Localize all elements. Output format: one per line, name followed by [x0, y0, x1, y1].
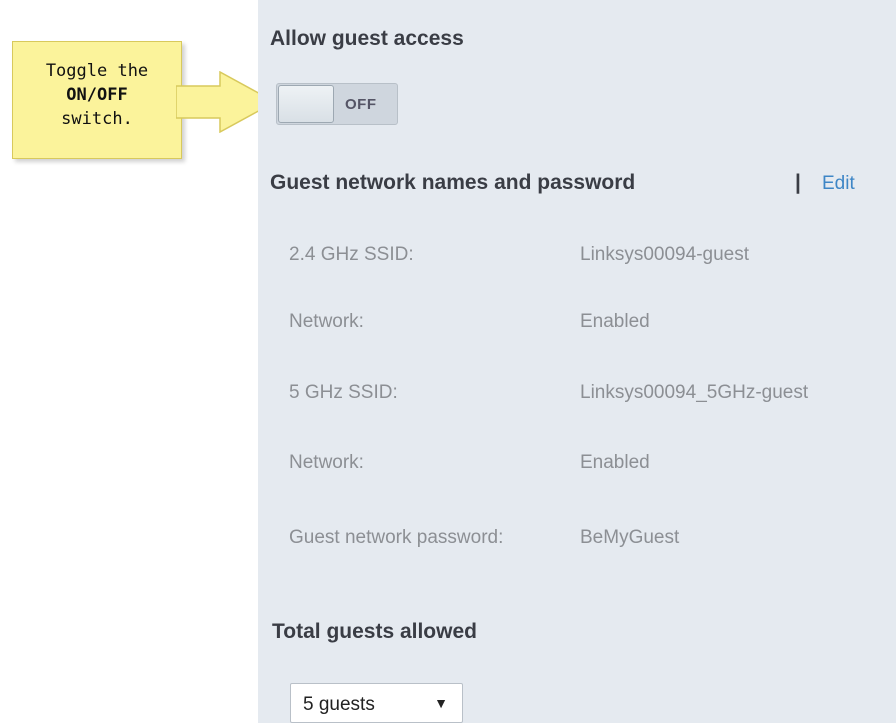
- total-guests-select[interactable]: 5 guests ▼: [290, 683, 463, 723]
- network-names-heading: Guest network names and password: [270, 171, 636, 194]
- row-label-24ghz-network: Network:: [289, 311, 364, 332]
- instruction-callout: Toggle the ON/OFF switch.: [12, 41, 182, 159]
- total-guests-selected-value: 5 guests: [303, 694, 375, 715]
- allow-guest-access-heading: Allow guest access: [270, 27, 464, 50]
- guest-access-toggle[interactable]: OFF: [276, 83, 398, 125]
- toggle-knob[interactable]: [278, 85, 334, 123]
- total-guests-heading: Total guests allowed: [272, 620, 477, 643]
- row-label-guest-password: Guest network password:: [289, 527, 504, 548]
- edit-link[interactable]: Edit: [822, 173, 855, 195]
- callout-line-3: switch.: [61, 109, 133, 129]
- row-value-5ghz-network: Enabled: [580, 452, 650, 473]
- row-label-5ghz-network: Network:: [289, 452, 364, 473]
- chevron-down-icon: ▼: [434, 695, 448, 711]
- row-value-guest-password: BeMyGuest: [580, 527, 680, 548]
- callout-line-2: ON/OFF: [66, 85, 128, 105]
- row-value-24ghz-ssid: Linksys00094-guest: [580, 244, 749, 265]
- row-label-5ghz-ssid: 5 GHz SSID:: [289, 382, 398, 403]
- row-value-24ghz-network: Enabled: [580, 311, 650, 332]
- heading-separator: |: [795, 171, 801, 194]
- row-value-5ghz-ssid: Linksys00094_5GHz-guest: [580, 382, 809, 403]
- callout-line-1: Toggle the: [45, 61, 149, 81]
- row-label-24ghz-ssid: 2.4 GHz SSID:: [289, 244, 414, 265]
- toggle-state-label: OFF: [345, 96, 377, 113]
